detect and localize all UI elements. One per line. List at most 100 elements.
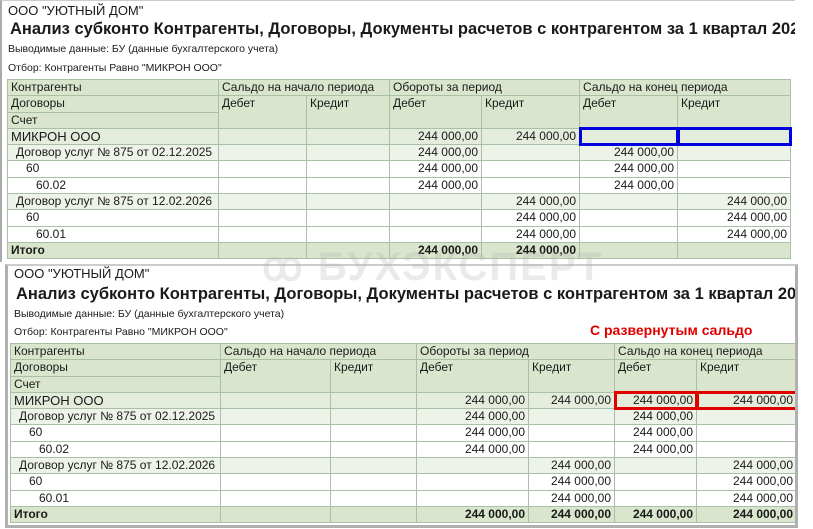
amount-cell[interactable]: 244 000,00 — [527, 391, 616, 410]
amount-cell[interactable] — [330, 440, 417, 459]
amount-cell[interactable]: 244 000,00 — [527, 457, 616, 475]
amount-cell[interactable]: 244 000,00 — [695, 391, 795, 410]
amount-cell[interactable]: 244 000,00 — [416, 391, 529, 410]
table-row[interactable]: Договор услуг № 875 от 12.02.2026 244 000… — [10, 457, 795, 475]
amount-cell[interactable] — [220, 440, 331, 459]
amount-cell[interactable] — [480, 144, 581, 162]
amount-cell[interactable] — [480, 160, 581, 178]
amount-cell[interactable] — [527, 408, 616, 426]
amount-cell[interactable] — [220, 489, 331, 507]
amount-cell[interactable]: 244 000,00 — [579, 160, 679, 178]
amount-cell[interactable]: 244 000,00 — [677, 209, 792, 227]
amount-cell[interactable] — [306, 209, 390, 227]
amount-cell[interactable] — [579, 193, 679, 211]
amount-cell[interactable]: 244 000,00 — [389, 127, 482, 146]
amount-cell[interactable] — [306, 144, 390, 162]
amount-cell[interactable] — [579, 225, 679, 243]
amount-cell[interactable] — [218, 225, 307, 243]
table-row[interactable]: 60.01 244 000,00 244 000,00 — [7, 225, 792, 243]
row-name[interactable]: 60 — [7, 160, 219, 178]
amount-cell[interactable] — [220, 473, 331, 491]
amount-cell[interactable] — [696, 440, 795, 459]
amount-cell[interactable] — [614, 489, 698, 507]
row-name[interactable]: 60 — [7, 209, 219, 227]
amount-cell[interactable]: 244 000,00 — [696, 489, 795, 507]
amount-cell[interactable] — [330, 473, 417, 491]
row-name[interactable]: Договор услуг № 875 от 12.02.2026 — [7, 193, 219, 211]
table-row[interactable]: Договор услуг № 875 от 02.12.2025 244 000… — [10, 408, 795, 426]
amount-cell[interactable] — [578, 127, 679, 146]
amount-cell[interactable]: 244 000,00 — [416, 408, 529, 426]
amount-cell[interactable]: 244 000,00 — [579, 176, 679, 195]
amount-cell[interactable]: 244 000,00 — [579, 144, 679, 162]
amount-cell[interactable] — [220, 408, 331, 426]
amount-cell[interactable] — [614, 457, 698, 475]
amount-cell[interactable] — [306, 176, 390, 195]
amount-cell[interactable] — [677, 176, 792, 195]
amount-cell[interactable] — [416, 489, 529, 507]
amount-cell[interactable] — [306, 127, 390, 146]
amount-cell[interactable] — [389, 193, 482, 211]
amount-cell[interactable] — [218, 176, 307, 195]
amount-cell[interactable] — [527, 424, 616, 442]
amount-cell[interactable] — [220, 391, 331, 410]
amount-cell[interactable] — [416, 457, 529, 475]
row-name[interactable]: 60.02 — [10, 440, 221, 459]
row-name[interactable]: Договор услуг № 875 от 02.12.2025 — [7, 144, 219, 162]
amount-cell[interactable]: 244 000,00 — [614, 440, 698, 459]
amount-cell[interactable] — [389, 225, 482, 243]
amount-cell[interactable] — [218, 144, 307, 162]
amount-cell[interactable] — [306, 193, 390, 211]
table-row[interactable]: 60.02 244 000,00 244 000,00 — [10, 440, 795, 459]
amount-cell[interactable] — [527, 440, 616, 459]
row-name[interactable]: 60 — [10, 424, 221, 442]
amount-cell[interactable]: 244 000,00 — [613, 391, 698, 410]
amount-cell[interactable]: 244 000,00 — [527, 489, 616, 507]
amount-cell[interactable]: 244 000,00 — [480, 209, 581, 227]
amount-cell[interactable]: 244 000,00 — [614, 408, 698, 426]
amount-cell[interactable]: 244 000,00 — [416, 424, 529, 442]
amount-cell[interactable]: 244 000,00 — [480, 193, 581, 211]
amount-cell[interactable] — [220, 424, 331, 442]
amount-cell[interactable] — [677, 160, 792, 178]
amount-cell[interactable] — [696, 408, 795, 426]
amount-cell[interactable] — [676, 127, 792, 146]
amount-cell[interactable] — [330, 391, 417, 410]
row-name[interactable]: Договор услуг № 875 от 12.02.2026 — [10, 457, 221, 475]
amount-cell[interactable]: 244 000,00 — [480, 225, 581, 243]
table-row[interactable]: Договор услуг № 875 от 02.12.2025 244 000… — [7, 144, 792, 162]
amount-cell[interactable] — [218, 193, 307, 211]
amount-cell[interactable] — [614, 473, 698, 491]
amount-cell[interactable] — [306, 225, 390, 243]
amount-cell[interactable] — [330, 424, 417, 442]
amount-cell[interactable] — [218, 160, 307, 178]
amount-cell[interactable]: 244 000,00 — [416, 440, 529, 459]
amount-cell[interactable] — [389, 209, 482, 227]
amount-cell[interactable] — [330, 489, 417, 507]
row-name[interactable]: 60.01 — [7, 225, 219, 243]
table-row[interactable]: 60 244 000,00 244 000,00 — [7, 160, 792, 178]
amount-cell[interactable]: 244 000,00 — [696, 473, 795, 491]
amount-cell[interactable]: 244 000,00 — [696, 457, 795, 475]
amount-cell[interactable]: 244 000,00 — [389, 160, 482, 178]
amount-cell[interactable]: 244 000,00 — [389, 144, 482, 162]
amount-cell[interactable] — [306, 160, 390, 178]
amount-cell[interactable] — [218, 127, 307, 146]
amount-cell[interactable]: 244 000,00 — [480, 127, 581, 146]
amount-cell[interactable]: 244 000,00 — [614, 424, 698, 442]
table-row[interactable]: 60 244 000,00 244 000,00 — [10, 473, 795, 491]
amount-cell[interactable] — [330, 408, 417, 426]
amount-cell[interactable] — [220, 457, 331, 475]
amount-cell[interactable] — [677, 144, 792, 162]
row-name[interactable]: 60.02 — [7, 176, 219, 195]
amount-cell[interactable]: 244 000,00 — [389, 176, 482, 195]
row-name[interactable]: 60.01 — [10, 489, 221, 507]
table-row[interactable]: МИКРОН ООО 244 000,00 244 000,00 244 000,00… — [10, 391, 795, 410]
amount-cell[interactable] — [416, 473, 529, 491]
row-name[interactable]: Договор услуг № 875 от 02.12.2025 — [10, 408, 221, 426]
table-row[interactable]: 60 244 000,00 244 000,00 — [10, 424, 795, 442]
amount-cell[interactable] — [480, 176, 581, 195]
table-row[interactable]: 60 244 000,00 244 000,00 — [7, 209, 792, 227]
row-name[interactable]: МИКРОН ООО — [10, 391, 221, 410]
amount-cell[interactable]: 244 000,00 — [677, 225, 792, 243]
